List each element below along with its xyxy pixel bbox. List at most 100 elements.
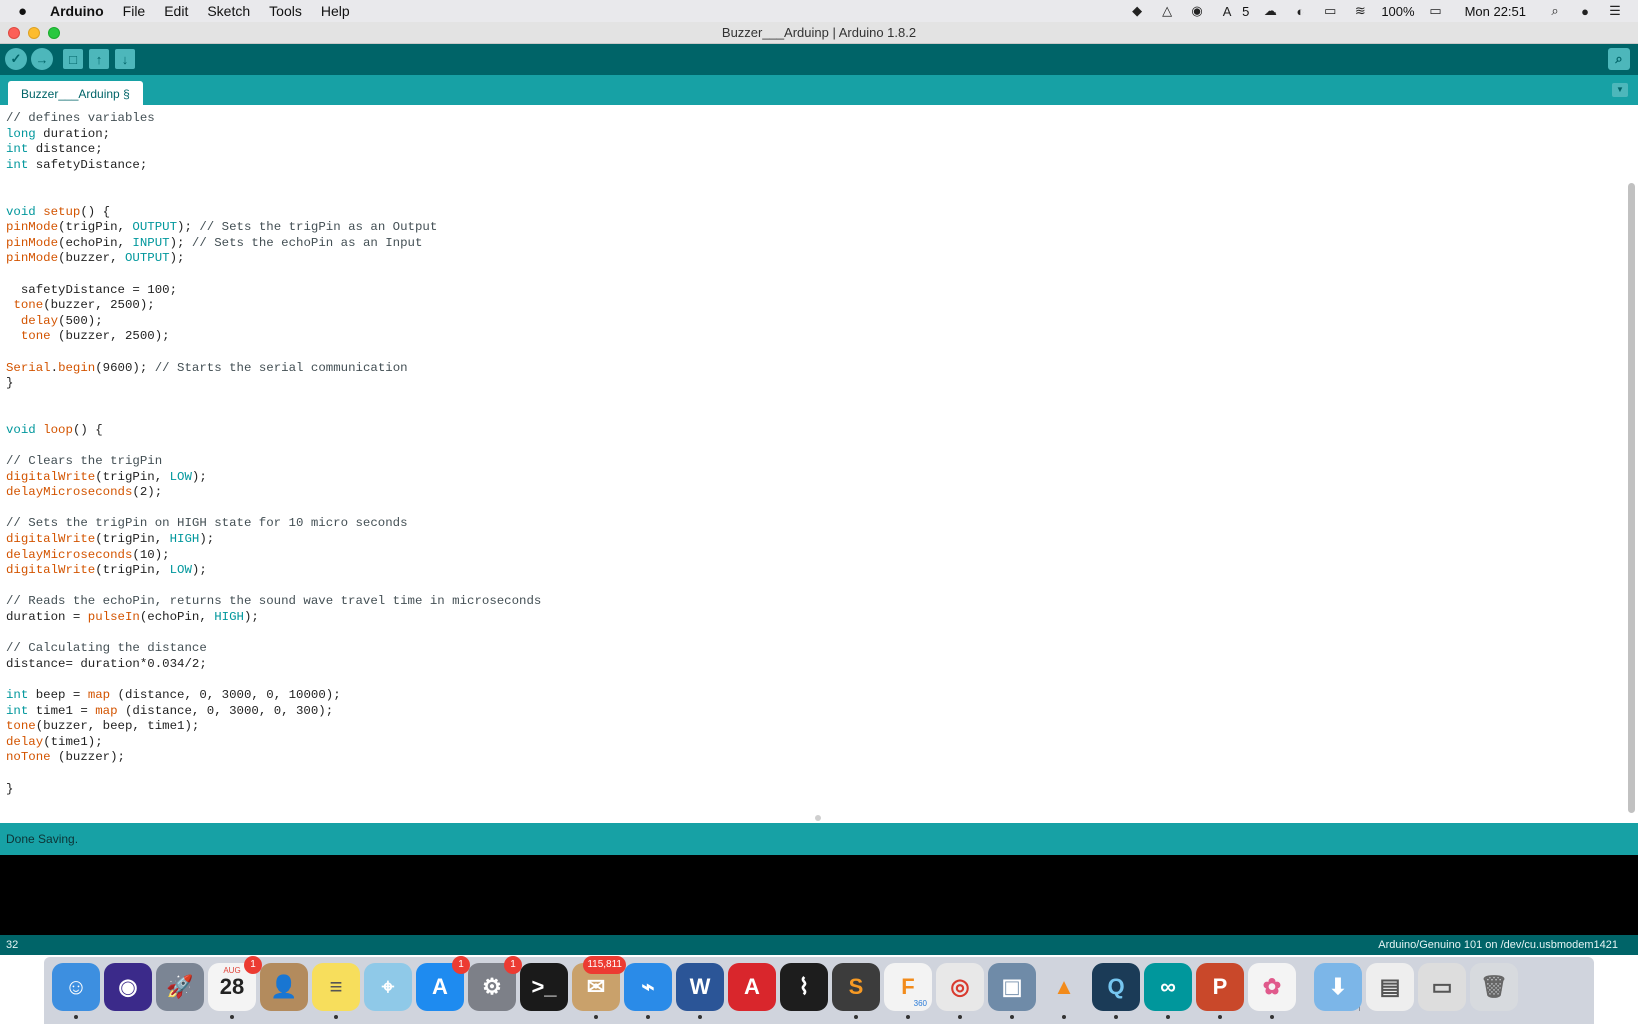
arduino-icon[interactable]: ∞	[1144, 963, 1192, 1019]
sublime-text-icon[interactable]: S	[832, 963, 880, 1019]
chrome-icon[interactable]: ◎	[936, 963, 984, 1019]
upload-button[interactable]: →	[31, 48, 53, 70]
battery-icon[interactable]: ▭	[1427, 3, 1445, 19]
powerpoint-icon[interactable]: P	[1196, 963, 1244, 1019]
maximize-window-button[interactable]	[48, 27, 60, 39]
code-line[interactable]: }	[6, 376, 541, 392]
code-line[interactable]	[6, 438, 541, 454]
minimize-window-button[interactable]	[28, 27, 40, 39]
terminal-icon[interactable]: >_	[520, 963, 568, 1011]
open-sketch-button[interactable]: ↑	[89, 49, 109, 69]
save-sketch-button[interactable]: ↓	[115, 49, 135, 69]
downloads-folder-icon[interactable]: ⬇	[1314, 963, 1362, 1011]
code-line[interactable]: int safetyDistance;	[6, 158, 541, 174]
code-line[interactable]	[6, 267, 541, 283]
launchpad-icon[interactable]: 🚀	[156, 963, 204, 1011]
code-line[interactable]: pinMode(trigPin, OUTPUT); // Sets the tr…	[6, 220, 541, 236]
code-line[interactable]	[6, 189, 541, 205]
new-sketch-button[interactable]: □	[63, 49, 83, 69]
dropbox-icon[interactable]: ◆	[1128, 3, 1146, 19]
code-line[interactable]	[6, 392, 541, 408]
code-line[interactable]: // Clears the trigPin	[6, 454, 541, 470]
code-line[interactable]: // defines variables	[6, 111, 541, 127]
siri-menu-icon[interactable]: ●	[1576, 4, 1594, 19]
maps-icon[interactable]: ⌖	[364, 963, 412, 1011]
code-line[interactable]: delay(500);	[6, 314, 541, 330]
fusion-360-icon[interactable]: F 360	[884, 963, 932, 1019]
code-line[interactable]: // Calculating the distance	[6, 641, 541, 657]
code-line[interactable]	[6, 173, 541, 189]
code-line[interactable]	[6, 501, 541, 517]
code-line[interactable]	[6, 579, 541, 595]
code-line[interactable]: tone(buzzer, 2500);	[6, 298, 541, 314]
console-output[interactable]	[0, 855, 1638, 935]
editor-scrollbar[interactable]	[1628, 183, 1635, 813]
safari-icon[interactable]: ⌁	[624, 963, 672, 1019]
quicktime-icon[interactable]: Q	[1092, 963, 1140, 1019]
code-line[interactable]: int time1 = map (distance, 0, 3000, 0, 3…	[6, 704, 541, 720]
wifi-icon[interactable]: ≋	[1351, 3, 1369, 19]
code-line[interactable]: int distance;	[6, 142, 541, 158]
code-line[interactable]: pinMode(buzzer, OUTPUT);	[6, 251, 541, 267]
vlc-icon[interactable]: ▲	[1040, 963, 1088, 1019]
code-line[interactable]: void setup() {	[6, 205, 541, 221]
code-line[interactable]: noTone (buzzer);	[6, 750, 541, 766]
code-line[interactable]: delayMicroseconds(2);	[6, 485, 541, 501]
code-text[interactable]: // defines variables long duration; int di…	[6, 111, 541, 797]
code-line[interactable]	[6, 766, 541, 782]
trash-icon[interactable]: 🗑	[1470, 963, 1518, 1011]
code-line[interactable]: digitalWrite(trigPin, LOW);	[6, 563, 541, 579]
finder-icon[interactable]: ☺	[52, 963, 100, 1019]
code-line[interactable]: // Reads the echoPin, returns the sound …	[6, 594, 541, 610]
acrobat-icon[interactable]: ⌇	[780, 963, 828, 1011]
menu-edit[interactable]: Edit	[164, 3, 188, 19]
airplay-icon[interactable]: ▭	[1321, 3, 1339, 19]
menu-tools[interactable]: Tools	[269, 3, 302, 19]
menu-help[interactable]: Help	[321, 3, 350, 19]
photos-icon[interactable]: ✿	[1248, 963, 1296, 1019]
notes-icon[interactable]: ≡	[312, 963, 360, 1019]
menu-app-name[interactable]: Arduino	[50, 3, 104, 19]
word-icon[interactable]: W	[676, 963, 724, 1019]
code-line[interactable]: // Sets the trigPin on HIGH state for 10…	[6, 516, 541, 532]
vpn-icon[interactable]: ◐	[1291, 4, 1309, 19]
google-drive-icon[interactable]: △	[1158, 3, 1176, 19]
code-line[interactable]	[6, 345, 541, 361]
app-store-icon[interactable]: A1	[416, 956, 470, 1011]
code-line[interactable]	[6, 672, 541, 688]
spotlight-search-icon[interactable]: ⌕	[1546, 3, 1564, 19]
autocad-icon[interactable]: A	[728, 963, 776, 1011]
code-line[interactable]: Serial.begin(9600); // Starts the serial…	[6, 361, 541, 377]
verify-button[interactable]: ✓	[5, 48, 27, 70]
siri-icon[interactable]: ◉	[104, 963, 152, 1011]
preview-icon[interactable]: ▣	[988, 963, 1036, 1019]
code-line[interactable]: tone(buzzer, beep, time1);	[6, 719, 541, 735]
code-line[interactable]: void loop() {	[6, 423, 541, 439]
font-notification-icon[interactable]: A	[1218, 4, 1236, 19]
calendar-icon[interactable]: 28 AUG 1	[208, 956, 262, 1019]
code-editor[interactable]: // defines variables long duration; int di…	[0, 105, 1638, 823]
document-stack-icon[interactable]: ▤	[1366, 963, 1414, 1011]
menu-sketch[interactable]: Sketch	[207, 3, 250, 19]
code-line[interactable]: pinMode(echoPin, INPUT); // Sets the ech…	[6, 236, 541, 252]
code-line[interactable]: }	[6, 782, 541, 798]
code-line[interactable]: int beep = map (distance, 0, 3000, 0, 10…	[6, 688, 541, 704]
screenshot-stack-icon[interactable]: ▭	[1418, 963, 1466, 1011]
contacts-icon[interactable]: 👤	[260, 963, 308, 1011]
tab-menu-dropdown[interactable]: ▼	[1612, 83, 1628, 97]
code-line[interactable]: delay(time1);	[6, 735, 541, 751]
code-line[interactable]: safetyDistance = 100;	[6, 283, 541, 299]
code-line[interactable]: duration = pulseIn(echoPin, HIGH);	[6, 610, 541, 626]
menu-file[interactable]: File	[123, 3, 146, 19]
creative-cloud-icon[interactable]: ☁	[1261, 3, 1279, 19]
tab-buzzer-arduinp[interactable]: Buzzer___Arduinp §	[8, 81, 143, 105]
record-icon[interactable]: ◉	[1188, 3, 1206, 19]
code-line[interactable]: long duration;	[6, 127, 541, 143]
clock[interactable]: Mon 22:51	[1465, 4, 1526, 19]
close-window-button[interactable]	[8, 27, 20, 39]
editor-split-handle[interactable]	[815, 815, 821, 821]
code-line[interactable]: delayMicroseconds(10);	[6, 548, 541, 564]
code-line[interactable]: digitalWrite(trigPin, LOW);	[6, 470, 541, 486]
mail-icon[interactable]: ✉ 115,811	[572, 956, 626, 1019]
code-line[interactable]	[6, 407, 541, 423]
